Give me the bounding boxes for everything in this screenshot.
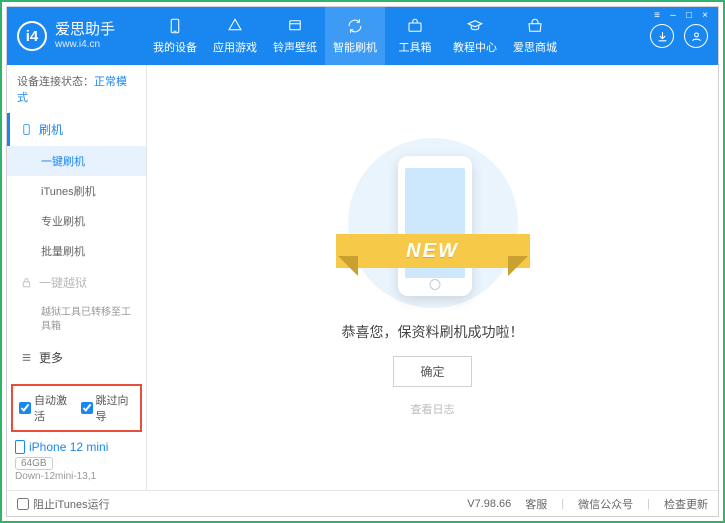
section-label: 刷机 <box>39 121 63 138</box>
status-label: 设备连接状态： <box>17 76 94 88</box>
menu-icon <box>19 351 33 365</box>
main-panel: NEW 恭喜您，保资料刷机成功啦！ 确定 查看日志 <box>147 65 718 490</box>
wechat-link[interactable]: 微信公众号 <box>578 496 633 512</box>
nav-apps[interactable]: 应用游戏 <box>205 7 265 65</box>
skip-setup-checkbox[interactable]: 跳过向导 <box>81 392 135 424</box>
device-firmware: Down-12mini-13,1 <box>15 471 138 482</box>
apps-icon <box>226 17 244 35</box>
title-bar: ≡ – □ × i4 爱思助手 www.i4.cn 我的设备 应用游戏 铃声壁纸 <box>7 7 718 65</box>
nav-label: 我的设备 <box>153 39 197 55</box>
sidebar-item-oneclick[interactable]: 一键刷机 <box>7 146 146 176</box>
view-log-link[interactable]: 查看日志 <box>411 401 455 417</box>
success-message: 恭喜您，保资料刷机成功啦！ <box>342 322 524 342</box>
section-label: 更多 <box>39 349 63 366</box>
confirm-button[interactable]: 确定 <box>393 356 471 387</box>
section-jailbreak: 一键越狱 <box>7 266 146 299</box>
option-checkboxes: 自动激活 跳过向导 <box>11 384 142 432</box>
nav-tutorials[interactable]: 教程中心 <box>445 7 505 65</box>
auto-activate-checkbox[interactable]: 自动激活 <box>19 392 73 424</box>
nav-devices[interactable]: 我的设备 <box>145 7 205 65</box>
service-link[interactable]: 客服 <box>525 496 547 512</box>
nav-store[interactable]: 爱思商城 <box>505 7 565 65</box>
download-button[interactable] <box>650 24 674 48</box>
toolbox-icon <box>406 17 424 35</box>
nav-label: 工具箱 <box>399 39 432 55</box>
nav-label: 爱思商城 <box>513 39 557 55</box>
jailbreak-note: 越狱工具已转移至工具箱 <box>7 299 146 341</box>
user-button[interactable] <box>684 24 708 48</box>
menu-icon[interactable]: ≡ <box>650 9 664 21</box>
section-flash[interactable]: 刷机 <box>7 113 146 146</box>
brand-name: 爱思助手 <box>55 22 115 39</box>
min-icon[interactable]: – <box>666 9 680 21</box>
footer: 阻止iTunes运行 V7.98.66 客服 | 微信公众号 | 检查更新 <box>7 490 718 516</box>
max-icon[interactable]: □ <box>682 9 696 21</box>
brand-url: www.i4.cn <box>55 39 115 50</box>
device-name: iPhone 12 mini <box>15 440 138 454</box>
check-update-link[interactable]: 检查更新 <box>664 496 708 512</box>
phone-illustration-icon <box>398 156 472 296</box>
sidebar-item-batch[interactable]: 批量刷机 <box>7 236 146 266</box>
music-icon <box>286 17 304 35</box>
success-illustration: NEW <box>348 138 518 308</box>
graduation-icon <box>466 17 484 35</box>
new-ribbon: NEW <box>336 234 530 268</box>
auto-activate-input[interactable] <box>19 402 31 414</box>
device-storage-badge: 64GB <box>15 457 53 470</box>
version-label: V7.98.66 <box>467 498 511 510</box>
ribbon-text: NEW <box>406 240 459 263</box>
refresh-icon <box>346 17 364 35</box>
device-info[interactable]: iPhone 12 mini 64GB Down-12mini-13,1 <box>7 434 146 490</box>
sidebar-item-other[interactable]: 其他工具 <box>7 374 146 382</box>
section-more[interactable]: 更多 <box>7 341 146 374</box>
skip-setup-input[interactable] <box>81 402 93 414</box>
checkbox-label: 自动激活 <box>34 392 73 424</box>
phone-icon <box>166 17 184 35</box>
checkbox-label: 跳过向导 <box>96 392 135 424</box>
nav-label: 智能刷机 <box>333 39 377 55</box>
nav-ringtones[interactable]: 铃声壁纸 <box>265 7 325 65</box>
nav-label: 应用游戏 <box>213 39 257 55</box>
connection-status: 设备连接状态：正常模式 <box>7 65 146 113</box>
nav-label: 铃声壁纸 <box>273 39 317 55</box>
lock-icon <box>19 276 33 290</box>
brand: i4 爱思助手 www.i4.cn <box>7 7 145 65</box>
nav-label: 教程中心 <box>453 39 497 55</box>
block-itunes-input[interactable] <box>17 498 29 510</box>
close-icon[interactable]: × <box>698 9 712 21</box>
sidebar-item-itunes[interactable]: iTunes刷机 <box>7 176 146 206</box>
store-icon <box>526 17 544 35</box>
nav-flash[interactable]: 智能刷机 <box>325 7 385 65</box>
nav-toolbox[interactable]: 工具箱 <box>385 7 445 65</box>
brand-logo-icon: i4 <box>17 21 47 51</box>
sidebar-item-pro[interactable]: 专业刷机 <box>7 206 146 236</box>
window-controls: ≡ – □ × <box>650 9 712 21</box>
phone-icon <box>19 123 33 137</box>
block-itunes-checkbox[interactable]: 阻止iTunes运行 <box>17 496 110 512</box>
top-nav: 我的设备 应用游戏 铃声壁纸 智能刷机 工具箱 教程中心 <box>145 7 640 65</box>
sidebar: 设备连接状态：正常模式 刷机 一键刷机 iTunes刷机 专业刷机 批量刷机 一… <box>7 65 147 490</box>
checkbox-label: 阻止iTunes运行 <box>33 496 110 512</box>
section-label: 一键越狱 <box>39 274 87 291</box>
